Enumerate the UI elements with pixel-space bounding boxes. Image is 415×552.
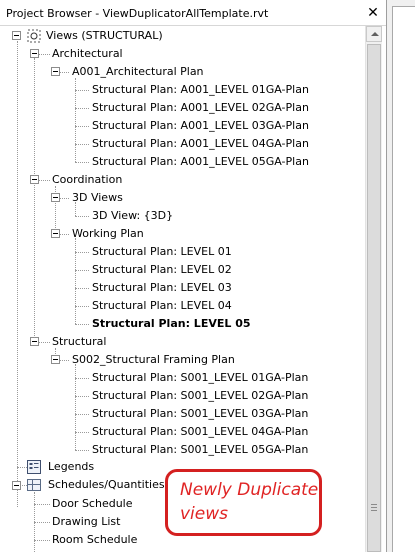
tree-node-view[interactable]: Structural Plan: S001_LEVEL 04GA-Plan — [92, 424, 308, 440]
tree-line — [75, 216, 89, 217]
tree-node-view[interactable]: Structural Plan: LEVEL 04 — [92, 298, 232, 314]
tree-line — [75, 396, 89, 397]
tree-node-view[interactable]: Structural Plan: S001_LEVEL 02GA-Plan — [92, 388, 308, 404]
tree-node-schedules[interactable]: Schedules/Quantities — [48, 477, 165, 493]
tree-node-view[interactable]: Structural Plan: LEVEL 02 — [92, 262, 232, 278]
tree-node-view[interactable]: Structural Plan: S001_LEVEL 03GA-Plan — [92, 406, 308, 422]
tree-node-view[interactable]: Structural Plan: A001_LEVEL 04GA-Plan — [92, 136, 309, 152]
tree-node-view[interactable]: Structural Plan: A001_LEVEL 01GA-Plan — [92, 82, 309, 98]
tree-node-structural[interactable]: Structural — [52, 334, 106, 350]
tree-line — [34, 522, 50, 523]
title-bar: Project Browser - ViewDuplicatorAllTempl… — [0, 0, 386, 26]
tree-node-views-root[interactable]: Views (STRUCTURAL) — [46, 28, 163, 44]
schedule-icon — [27, 479, 41, 491]
window-title: Project Browser - ViewDuplicatorAllTempl… — [6, 7, 269, 20]
tree-node-view[interactable]: Structural Plan: S001_LEVEL 05GA-Plan — [92, 442, 308, 458]
tree-node-schedule[interactable]: Door Schedule — [52, 496, 133, 512]
tree-node-view[interactable]: Structural Plan: A001_LEVEL 05GA-Plan — [92, 154, 309, 170]
tree-node-schedule[interactable]: Drawing List — [52, 514, 120, 530]
collapse-structural-toggle[interactable] — [30, 337, 39, 346]
collapse-a001-toggle[interactable] — [51, 67, 60, 76]
annotation-callout: Newly Duplicate views — [165, 469, 322, 536]
collapse-3d-views-toggle[interactable] — [51, 193, 60, 202]
close-button[interactable]: ✕ — [364, 4, 382, 22]
tree-node-s002-sheet[interactable]: S002_Structural Framing Plan — [72, 352, 235, 368]
tree-line — [75, 364, 76, 450]
tree-node-view[interactable]: Structural Plan: LEVEL 03 — [92, 280, 232, 296]
collapse-schedules-toggle[interactable] — [12, 481, 21, 490]
collapse-s002-toggle[interactable] — [51, 355, 60, 364]
tree-line — [75, 238, 76, 324]
tree-line — [17, 467, 27, 468]
tree-line — [17, 41, 18, 507]
tree-line — [75, 432, 89, 433]
project-browser-window: Project Browser - ViewDuplicatorAllTempl… — [0, 0, 415, 552]
tree-line — [75, 90, 89, 91]
tree-node-view[interactable]: Structural Plan: A001_LEVEL 02GA-Plan — [92, 100, 309, 116]
tree-node-working-plan[interactable]: Working Plan — [72, 226, 144, 242]
tree-line — [75, 126, 89, 127]
tree-node-view-3d[interactable]: 3D View: {3D} — [92, 208, 173, 224]
tree-line — [34, 504, 50, 505]
collapse-architectural-toggle[interactable] — [30, 49, 39, 58]
tree-node-schedule[interactable]: Room Schedule — [52, 532, 137, 548]
tree-node-view[interactable]: Structural Plan: S001_LEVEL 01GA-Plan — [92, 370, 308, 386]
tree-line — [75, 324, 89, 325]
adjacent-panel — [386, 0, 415, 552]
tree-node-coordination[interactable]: Coordination — [52, 172, 122, 188]
tree-line — [75, 270, 89, 271]
tree-line — [75, 414, 89, 415]
tree-node-view-active[interactable]: Structural Plan: LEVEL 05 — [92, 316, 251, 332]
tree-node-3d-views[interactable]: 3D Views — [72, 190, 123, 206]
tree-line — [75, 162, 89, 163]
tree-node-architectural[interactable]: Architectural — [52, 46, 123, 62]
tree-node-a001-sheet[interactable]: A001_Architectural Plan — [72, 64, 204, 80]
tree-line — [34, 540, 50, 541]
vertical-scrollbar[interactable] — [365, 26, 382, 552]
tree-line — [75, 108, 89, 109]
tree-line — [75, 306, 89, 307]
tree-line — [75, 288, 89, 289]
tree-node-view[interactable]: Structural Plan: LEVEL 01 — [92, 244, 232, 260]
tree-line — [75, 144, 89, 145]
scroll-thumb[interactable] — [367, 44, 381, 552]
adjacent-panel-content — [392, 6, 415, 552]
tree-node-view[interactable]: Structural Plan: A001_LEVEL 03GA-Plan — [92, 118, 309, 134]
tree-line — [75, 252, 89, 253]
tree-line — [75, 450, 89, 451]
tree-line — [75, 378, 89, 379]
legend-icon — [27, 460, 41, 474]
collapse-views-toggle[interactable] — [12, 31, 21, 40]
scroll-grip-icon — [371, 504, 377, 511]
views-icon — [27, 29, 41, 43]
collapse-coordination-toggle[interactable] — [30, 175, 39, 184]
tree-node-legends[interactable]: Legends — [48, 459, 94, 475]
scroll-up-button[interactable] — [366, 26, 382, 42]
annotation-text: Newly Duplicate views — [180, 480, 319, 524]
tree-line — [34, 58, 35, 344]
collapse-working-plan-toggle[interactable] — [51, 229, 60, 238]
